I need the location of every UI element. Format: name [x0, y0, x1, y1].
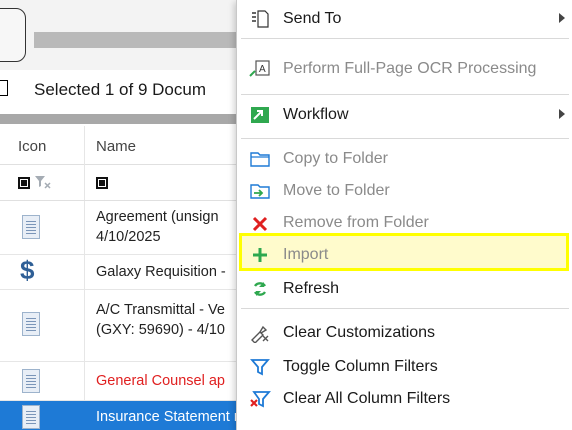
menu-item-label: Clear All Column Filters	[283, 390, 451, 407]
folder-copy-icon	[249, 149, 271, 169]
menu-item-label: Clear Customizations	[283, 324, 436, 341]
table-row[interactable]: General Counsel ap	[0, 362, 240, 401]
select-checkbox[interactable]	[0, 80, 8, 96]
filter-row	[0, 166, 240, 201]
menu-item-label: Send To	[283, 10, 342, 27]
dollar-icon: $	[20, 255, 35, 285]
remove-icon	[249, 213, 271, 233]
menu-item-label: Remove from Folder	[283, 214, 429, 231]
ocr-icon: A	[249, 59, 271, 79]
toolbar-toggle[interactable]	[0, 8, 26, 62]
document-icon	[22, 215, 40, 239]
menu-item-label: Workflow	[283, 106, 349, 123]
table-row[interactable]: $ Galaxy Requisition -	[0, 255, 240, 290]
table-row-selected[interactable]: Insurance Statement missing	[0, 401, 283, 430]
menu-item-label: Refresh	[283, 280, 340, 297]
clear-customizations-icon	[249, 323, 271, 343]
menu-separator	[241, 138, 569, 139]
submenu-arrow-icon	[559, 13, 565, 23]
table-row[interactable]: A/C Transmittal - Ve (GXY: 59690) - 4/10	[0, 290, 240, 362]
selection-status: Selected 1 of 9 Docum	[34, 80, 206, 99]
filter-icon	[249, 357, 271, 377]
row-subtitle: 4/10/2025	[96, 229, 161, 245]
menu-separator	[241, 38, 569, 39]
workflow-icon	[249, 105, 271, 125]
folder-move-icon	[249, 181, 271, 201]
menu-item-clear-customizations[interactable]: Clear Customizations	[237, 318, 572, 348]
table-row[interactable]: Agreement (unsign 4/10/2025	[0, 201, 240, 255]
pen-document-icon	[22, 312, 40, 336]
toolbar-separator	[34, 32, 240, 48]
clear-filter-icon	[249, 389, 271, 409]
menu-item-toggle-column-filters[interactable]: Toggle Column Filters	[237, 352, 572, 382]
menu-item-send-to[interactable]: Send To	[237, 4, 572, 34]
menu-item-label: Perform Full-Page OCR Processing	[283, 60, 537, 77]
menu-item-label: Move to Folder	[283, 182, 390, 199]
name-filter-checkbox[interactable]	[96, 177, 108, 189]
icon-filter-checkbox[interactable]	[18, 177, 30, 189]
menu-separator	[241, 94, 569, 95]
clear-filter-icon[interactable]	[34, 174, 52, 193]
send-to-icon	[249, 9, 271, 29]
menu-item-label: Toggle Column Filters	[283, 358, 438, 375]
plus-icon	[249, 245, 271, 265]
menu-item-clear-all-column-filters[interactable]: Clear All Column Filters	[237, 384, 572, 414]
row-title: General Counsel ap	[96, 373, 225, 389]
menu-item-copy-to-folder[interactable]: Copy to Folder	[237, 144, 572, 174]
menu-item-move-to-folder[interactable]: Move to Folder	[237, 176, 572, 206]
document-search-icon	[22, 369, 40, 393]
svg-text:A: A	[259, 64, 266, 75]
context-menu: Send To A Perform Full-Page OCR Processi…	[236, 0, 572, 430]
menu-separator	[241, 308, 569, 309]
submenu-arrow-icon	[559, 109, 565, 119]
app-window: Selected 1 of 9 Docum Icon Name Agreemen…	[0, 0, 572, 430]
grid-band	[0, 114, 240, 124]
row-title: Agreement (unsign	[96, 209, 219, 225]
row-title: Galaxy Requisition -	[96, 264, 226, 280]
row-subtitle: (GXY: 59690) - 4/10	[96, 322, 225, 338]
document-search-icon	[22, 405, 40, 429]
column-header-name[interactable]: Name	[96, 138, 136, 155]
menu-item-label: Import	[283, 246, 329, 263]
row-title: A/C Transmittal - Ve	[96, 302, 225, 318]
menu-item-import[interactable]: Import	[237, 240, 572, 270]
refresh-icon	[249, 279, 271, 299]
menu-item-ocr[interactable]: A Perform Full-Page OCR Processing	[237, 54, 572, 84]
menu-item-label: Copy to Folder	[283, 150, 388, 167]
menu-item-workflow[interactable]: Workflow	[237, 100, 572, 130]
grid-header: Icon Name	[0, 126, 240, 165]
column-header-icon[interactable]: Icon	[18, 138, 46, 155]
menu-item-refresh[interactable]: Refresh	[237, 274, 572, 304]
